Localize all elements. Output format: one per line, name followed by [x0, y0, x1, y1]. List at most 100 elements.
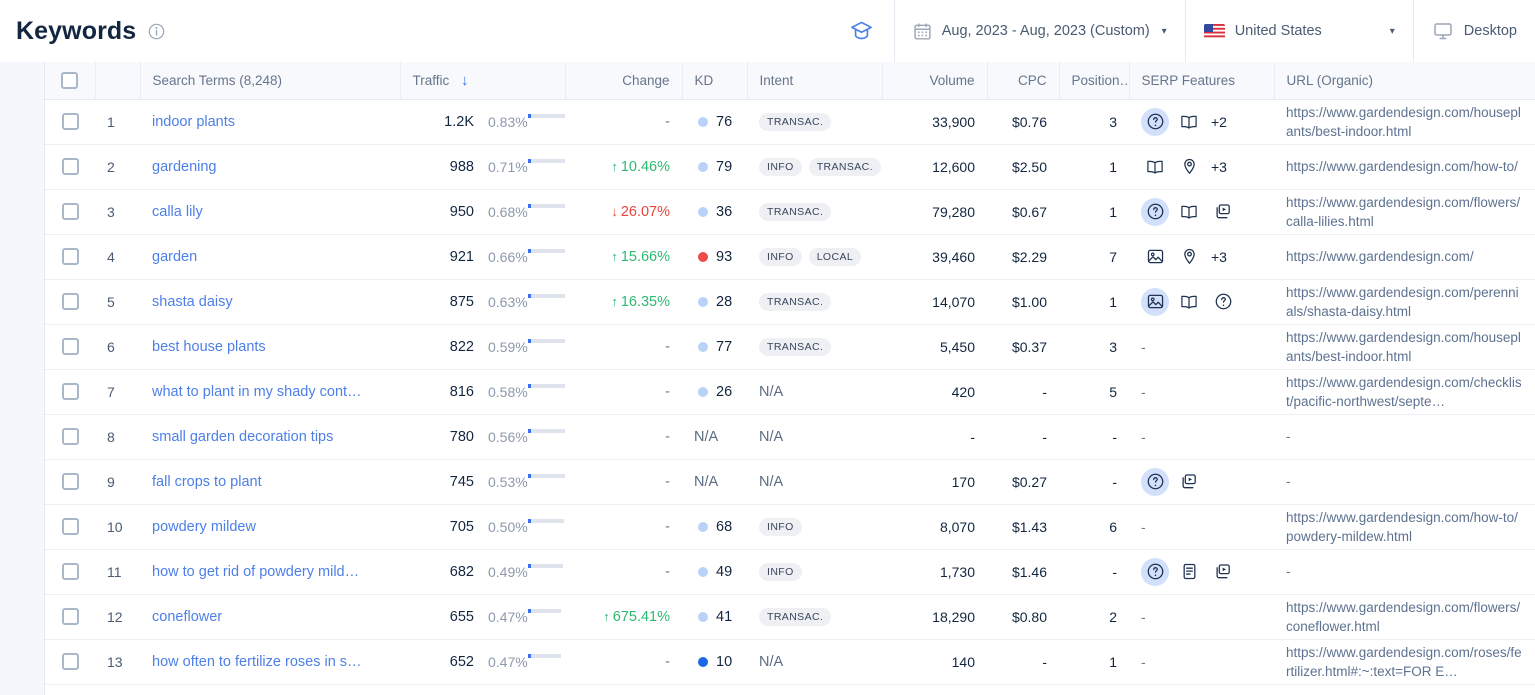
image-pack-icon[interactable]	[1141, 287, 1169, 316]
col-url[interactable]: URL (Organic)	[1274, 62, 1535, 100]
search-term-cell[interactable]: calla lily	[140, 189, 400, 235]
people-also-ask-icon[interactable]	[1141, 107, 1169, 136]
url-cell[interactable]: https://www.gardendesign.com/flowers/con…	[1274, 594, 1535, 640]
knowledge-panel-icon[interactable]	[1175, 288, 1203, 316]
search-term-link[interactable]: gardening	[152, 159, 388, 175]
col-cpc[interactable]: CPC	[987, 62, 1060, 100]
search-term-cell[interactable]: indoor plants	[140, 99, 400, 145]
people-also-ask-icon[interactable]	[1209, 288, 1237, 316]
organic-url[interactable]: https://www.gardendesign.com/roses/ferti…	[1286, 643, 1523, 681]
table-row[interactable]: 2 gardening 988 0.71% ↑ 10.46% 79 INFO TRANSAC. 1…	[45, 144, 1535, 190]
organic-url[interactable]: https://www.gardendesign.com/flowers/cal…	[1286, 193, 1523, 231]
url-cell[interactable]: https://www.gardendesign.com/flowers/cal…	[1274, 189, 1535, 235]
organic-url[interactable]: https://www.gardendesign.com/houseplants…	[1286, 328, 1523, 366]
col-intent[interactable]: Intent	[747, 62, 883, 100]
table-row[interactable]: 10 powdery mildew 705 0.50% - 68 INFO 8,070 $1.4…	[45, 504, 1535, 550]
url-cell[interactable]: https://www.gardendesign.com/how-to/powd…	[1274, 504, 1535, 550]
col-volume[interactable]: Volume	[882, 62, 988, 100]
table-row[interactable]: 13 how often to fertilize roses in s… 652 0…	[45, 639, 1535, 685]
row-checkbox[interactable]	[61, 158, 79, 176]
people-also-ask-icon[interactable]	[1141, 467, 1169, 496]
row-checkbox[interactable]	[61, 473, 79, 491]
organic-url[interactable]: https://www.gardendesign.com/houseplants…	[1286, 103, 1523, 141]
col-position[interactable]: Position…	[1059, 62, 1130, 100]
row-checkbox[interactable]	[61, 518, 79, 536]
row-select-cell[interactable]	[45, 549, 95, 595]
search-term-link[interactable]: indoor plants	[152, 114, 388, 130]
people-also-ask-icon[interactable]	[1141, 557, 1169, 586]
url-cell[interactable]: https://www.gardendesign.com/checklist/p…	[1274, 369, 1535, 415]
row-select-cell[interactable]	[45, 594, 95, 640]
search-term-cell[interactable]: how often to fertilize roses in s…	[140, 639, 400, 685]
organic-url[interactable]: https://www.gardendesign.com/how-to/	[1286, 157, 1523, 176]
row-select-cell[interactable]	[45, 504, 95, 550]
table-row[interactable]: 6 best house plants 822 0.59% - 77 TRANSAC. 5,4…	[45, 324, 1535, 370]
url-cell[interactable]: https://www.gardendesign.com/perennials/…	[1274, 279, 1535, 325]
url-cell[interactable]: https://www.gardendesign.com/houseplants…	[1274, 99, 1535, 145]
organic-url[interactable]: -	[1286, 472, 1523, 491]
academy-button[interactable]	[829, 0, 894, 62]
url-cell[interactable]: -	[1274, 414, 1535, 460]
row-checkbox[interactable]	[61, 293, 79, 311]
table-row[interactable]: 12 coneflower 655 0.47% ↑ 675.41% 41 TRANSAC. 18…	[45, 594, 1535, 640]
row-checkbox[interactable]	[61, 608, 79, 626]
col-kd[interactable]: KD	[682, 62, 748, 100]
organic-url[interactable]: https://www.gardendesign.com/checklist/p…	[1286, 373, 1523, 411]
image-pack-icon[interactable]	[1141, 243, 1169, 271]
row-checkbox[interactable]	[61, 653, 79, 671]
people-also-ask-icon[interactable]	[1141, 197, 1169, 226]
url-cell[interactable]: https://www.gardendesign.com/how-to/	[1274, 144, 1535, 190]
organic-url[interactable]: https://www.gardendesign.com/flowers/con…	[1286, 598, 1523, 636]
url-cell[interactable]: https://www.gardendesign.com/roses/ferti…	[1274, 639, 1535, 685]
row-checkbox[interactable]	[61, 428, 79, 446]
organic-url[interactable]: https://www.gardendesign.com/how-to/powd…	[1286, 508, 1523, 546]
search-term-cell[interactable]: best house plants	[140, 324, 400, 370]
url-cell[interactable]: -	[1274, 459, 1535, 505]
search-term-link[interactable]: coneflower	[152, 609, 388, 625]
search-term-cell[interactable]: coneflower	[140, 594, 400, 640]
select-all-checkbox[interactable]	[61, 71, 79, 89]
search-term-link[interactable]: best house plants	[152, 339, 388, 355]
search-term-cell[interactable]: powdery mildew	[140, 504, 400, 550]
table-row[interactable]: 11 how to get rid of powdery mild… 682 0.49…	[45, 549, 1535, 595]
search-term-cell[interactable]: how to get rid of powdery mild…	[140, 549, 400, 595]
featured-snippet-icon[interactable]	[1175, 558, 1203, 586]
row-checkbox[interactable]	[61, 383, 79, 401]
local-pack-icon[interactable]	[1175, 243, 1203, 271]
search-term-link[interactable]: calla lily	[152, 204, 388, 220]
serp-more-count[interactable]: +2	[1211, 114, 1227, 130]
table-row[interactable]: 3 calla lily 950 0.68% ↓ 26.07% 36 TRANSAC. 79,2…	[45, 189, 1535, 235]
row-select-cell[interactable]	[45, 99, 95, 145]
organic-url[interactable]: https://www.gardendesign.com/perennials/…	[1286, 283, 1523, 321]
row-select-cell[interactable]	[45, 189, 95, 235]
video-carousel-icon[interactable]	[1209, 198, 1237, 226]
organic-url[interactable]: https://www.gardendesign.com/	[1286, 247, 1523, 266]
search-term-link[interactable]: small garden decoration tips	[152, 429, 388, 445]
row-checkbox[interactable]	[61, 113, 79, 131]
search-term-link[interactable]: how often to fertilize roses in s…	[152, 654, 388, 670]
search-term-cell[interactable]: shasta daisy	[140, 279, 400, 325]
local-pack-icon[interactable]	[1175, 153, 1203, 181]
search-term-cell[interactable]: gardening	[140, 144, 400, 190]
video-carousel-icon[interactable]	[1209, 558, 1237, 586]
organic-url[interactable]: -	[1286, 427, 1523, 446]
organic-url[interactable]: -	[1286, 562, 1523, 581]
select-all-header[interactable]	[45, 62, 96, 100]
search-term-link[interactable]: how to get rid of powdery mild…	[152, 564, 388, 580]
keywords-table-container[interactable]: Search Terms (8,248) Traffic ↓ Change KD…	[45, 62, 1535, 695]
search-term-link[interactable]: shasta daisy	[152, 294, 388, 310]
table-row[interactable]: 4 garden 921 0.66% ↑ 15.66% 93 INFO LOCAL 39,460 $…	[45, 234, 1535, 280]
col-search-terms[interactable]: Search Terms (8,248)	[140, 62, 401, 100]
row-select-cell[interactable]	[45, 639, 95, 685]
knowledge-panel-icon[interactable]	[1175, 108, 1203, 136]
row-select-cell[interactable]	[45, 234, 95, 280]
url-cell[interactable]: https://www.gardendesign.com/houseplants…	[1274, 324, 1535, 370]
col-serp-features[interactable]: SERP Features	[1129, 62, 1275, 100]
row-checkbox[interactable]	[61, 338, 79, 356]
table-row[interactable]: 7 what to plant in my shady cont… 816 0.58%…	[45, 369, 1535, 415]
search-term-cell[interactable]: garden	[140, 234, 400, 280]
search-term-link[interactable]: powdery mildew	[152, 519, 388, 535]
knowledge-panel-icon[interactable]	[1175, 198, 1203, 226]
search-term-cell[interactable]: small garden decoration tips	[140, 414, 400, 460]
row-select-cell[interactable]	[45, 279, 95, 325]
